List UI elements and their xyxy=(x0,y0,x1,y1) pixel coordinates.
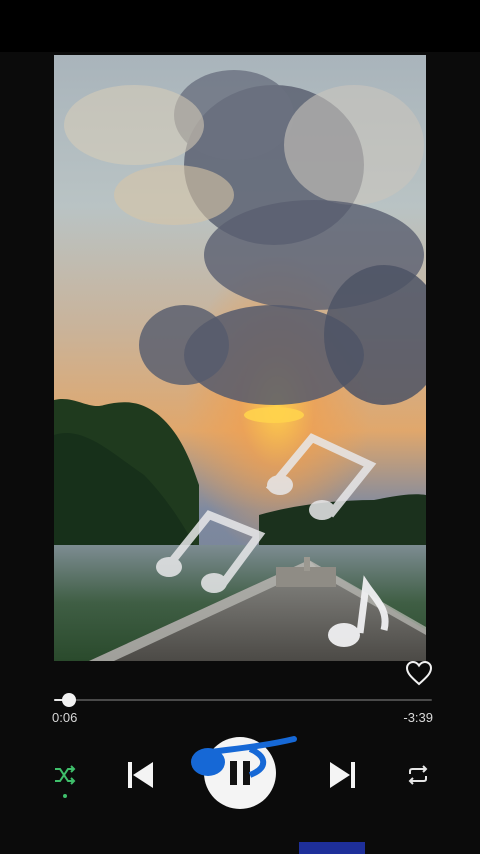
album-artwork xyxy=(54,55,426,661)
like-button[interactable] xyxy=(405,660,433,686)
skip-next-icon xyxy=(330,762,355,788)
repeat-button[interactable] xyxy=(405,762,431,788)
status-bar xyxy=(0,0,480,52)
pause-icon xyxy=(230,761,250,785)
progress-track xyxy=(54,699,432,701)
skip-previous-icon xyxy=(128,762,153,788)
play-pause-button[interactable] xyxy=(204,737,276,809)
progress-handle[interactable] xyxy=(62,693,77,707)
heart-outline-icon xyxy=(405,660,433,686)
next-button[interactable] xyxy=(327,759,359,791)
home-indicator xyxy=(299,842,365,854)
shuffle-button[interactable] xyxy=(52,762,78,788)
shuffle-icon xyxy=(55,765,76,785)
remaining-time: -3:39 xyxy=(403,710,433,725)
elapsed-time: 0:06 xyxy=(52,710,78,725)
progress-bar[interactable] xyxy=(54,692,432,708)
previous-button[interactable] xyxy=(124,759,156,791)
repeat-icon xyxy=(408,765,428,785)
shuffle-active-indicator xyxy=(63,794,67,798)
